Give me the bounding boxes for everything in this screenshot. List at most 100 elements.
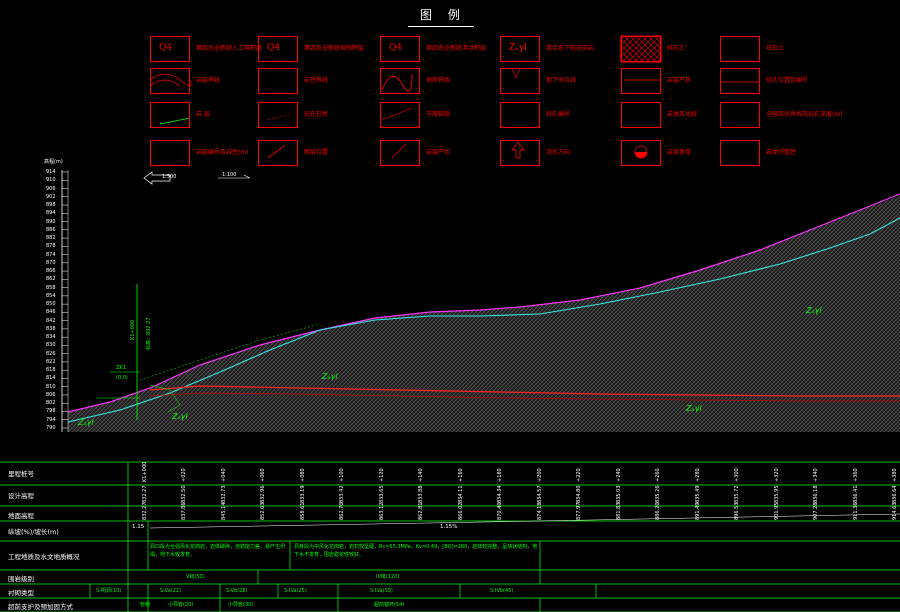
- chainage-annotation: K1+000: [130, 319, 136, 340]
- rock-label-5: Zₐγl: [806, 306, 822, 315]
- design-elev-cell: 835.26: [655, 485, 662, 504]
- legend-symbol-21: [380, 140, 420, 166]
- elevation-ticks: [62, 171, 68, 429]
- ground-elev-cell: 877.97: [576, 502, 583, 521]
- legend-label-4: 震旦系下统花岗岩: [546, 45, 595, 52]
- elevation-tick-label: 810: [46, 383, 56, 390]
- chainage-cell: +260: [655, 468, 662, 482]
- legend-symbol-17: [621, 102, 661, 128]
- design-elev-cell: 833.42: [339, 485, 346, 504]
- row-label-ground-elev: 地面高程: [8, 512, 34, 520]
- legend-label-7: 岩层界线: [196, 77, 221, 84]
- legend-label-13: 岩 层: [196, 111, 210, 118]
- ground-elev-cell: 914.63: [892, 502, 898, 521]
- design-elev-cell: 832.27: [142, 485, 148, 504]
- lining-5: S-IVa(50): [370, 588, 393, 594]
- elevation-tick-label: 798: [46, 408, 56, 415]
- ground-elev-cell: 901.95: [773, 502, 780, 521]
- design-elev-cell: 836.64: [892, 485, 898, 504]
- design-elev-cell: 835.03: [615, 485, 622, 504]
- grade-left: V级(50): [186, 574, 205, 580]
- chainage-cell: +140: [418, 468, 425, 482]
- legend-symbol-4: Zₐγl: [500, 36, 540, 62]
- legend-symbol-16: [500, 102, 540, 128]
- chainage-cell: +220: [576, 468, 583, 482]
- legend-symbol-11: [621, 68, 661, 94]
- legend-symbol-22: [500, 140, 540, 166]
- rock-mass-fill: [68, 196, 900, 432]
- lining-1: S-明洞(10): [96, 588, 122, 594]
- chainage-cell: +020: [181, 468, 188, 482]
- ground-elev-cell: 862.70: [339, 502, 346, 521]
- design-elev-cell: 835.95: [773, 485, 780, 504]
- design-elev-cell: 835.49: [694, 485, 701, 504]
- elevation-tick-label: 826: [46, 350, 56, 357]
- legend-label-22: 流水方向: [546, 149, 571, 156]
- legend-label-24: 岩体完整性: [766, 149, 797, 156]
- rock-label-3: Zₐγl: [322, 372, 338, 381]
- design-elev-cell: 832.50: [181, 485, 188, 504]
- legend-symbol-3: Q4: [380, 36, 420, 62]
- chainage-cell: +360: [852, 468, 859, 482]
- design-elev-cell: 833.65: [378, 485, 385, 504]
- legend-label-19: 岩层编号及岩性(m): [196, 149, 249, 156]
- chainage-cell: +160: [457, 468, 464, 482]
- lining-6: S-IVb(45): [490, 588, 514, 594]
- row-label-geology: 工程地质及水文地质概况: [8, 553, 80, 561]
- legend-title: 图 例: [420, 8, 466, 22]
- design-elev-cell: 836.41: [852, 485, 859, 504]
- legend-symbol-text: Q4: [159, 43, 173, 53]
- elevation-tick-label: 870: [46, 259, 56, 266]
- ground-elev-cell: 866.02: [457, 502, 464, 521]
- design-elev-cell: 834.34: [497, 485, 504, 504]
- legend-symbol-7: [150, 68, 190, 94]
- slope-left: 1.15: [132, 524, 145, 530]
- rock-label-4: Zₐγl: [686, 404, 702, 413]
- elevation-tick-label: 874: [46, 251, 56, 258]
- elevation-tick-label: 866: [46, 268, 56, 275]
- support-1: 管棚: [140, 602, 151, 608]
- ground-elev-cell: 837.86: [181, 502, 188, 521]
- design-elev-cell: 832.73: [220, 485, 227, 504]
- legend-label-5: 碎石土: [667, 45, 686, 52]
- ground-elev-cell: 832.27: [142, 502, 148, 521]
- design-elev-cell: 835.72: [734, 485, 741, 504]
- legend-label-20: 断层位置: [304, 149, 329, 156]
- geology-left-text: 洞口段为全强风化花岗岩，岩体破碎，自稳能力差，易产生坍塌，地下水较发育。: [150, 544, 286, 558]
- legend-symbol-text: Zₐγl: [509, 43, 527, 53]
- lining-2: S-Va(22): [160, 588, 182, 594]
- rock-label-2: Zₐγl: [172, 412, 188, 421]
- ground-elev-cell: 858.61: [299, 502, 306, 521]
- design-elev-cell: 833.88: [418, 485, 425, 504]
- lining-3: S-Vb(28): [226, 588, 248, 594]
- legend-symbol-5: [621, 36, 661, 62]
- slope-right: 1.15%: [440, 524, 458, 530]
- chainage-cell: +120: [378, 468, 385, 482]
- ground-elev-cell: 863.12: [378, 502, 385, 521]
- elevation-tick-label: 882: [46, 235, 56, 242]
- elevation-tick-label: 854: [46, 292, 56, 299]
- row-label-design-elev: 设计高程: [8, 492, 34, 500]
- legend-label-18: 全强风化界线及钻孔深度(m): [766, 111, 843, 118]
- legend-symbol-1: Q4: [150, 36, 190, 62]
- chainage-cell: +320: [773, 468, 780, 482]
- chainage-cell: +300: [734, 468, 741, 482]
- ground-elev-cell: 881.83: [615, 502, 622, 521]
- legend-label-17: 岩体风化线: [667, 111, 698, 118]
- legend-symbol-18: [720, 102, 760, 128]
- legend-symbol-text: Q4: [389, 43, 403, 53]
- ground-elev-cell: 907.28: [813, 502, 820, 521]
- legend-symbol-9: [380, 68, 420, 94]
- legend-symbol-12: [720, 68, 760, 94]
- lining-4: S-IVa(25): [284, 588, 307, 594]
- legend-label-2: 第四系全新统坡残积层: [304, 45, 365, 52]
- elevation-tick-label: 818: [46, 367, 56, 374]
- borehole-label: ZK1: [116, 365, 126, 371]
- legend-label-3: 第四系全新统冲洪积层: [426, 45, 487, 52]
- legend-label-16: 钻孔编号: [546, 111, 571, 118]
- legend-symbol-14: [258, 102, 298, 128]
- design-elev-cell: 834.57: [536, 485, 543, 504]
- axis-unit-label: 高程(m): [44, 159, 63, 165]
- chainage-cell: +100: [339, 468, 346, 482]
- legend-symbol-13: [150, 102, 190, 128]
